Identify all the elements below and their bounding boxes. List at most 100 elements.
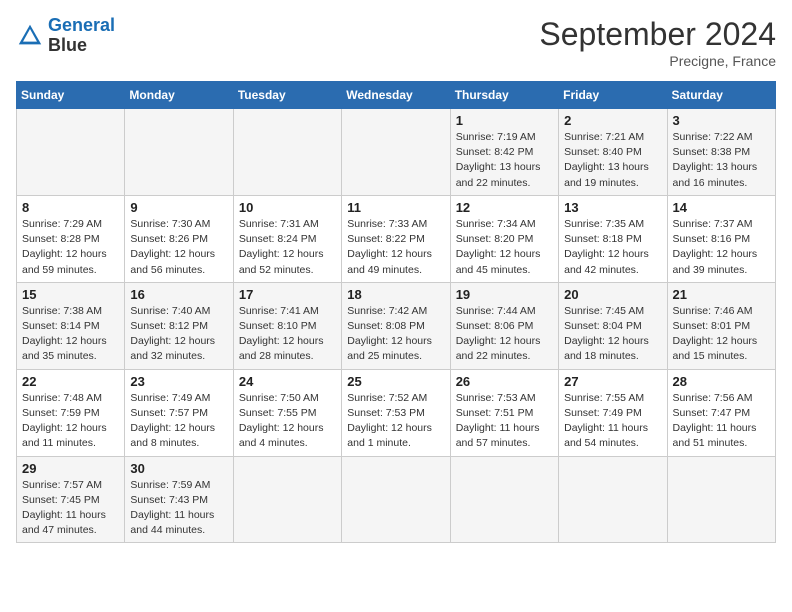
calendar-cell: 26 Sunrise: 7:53 AMSunset: 7:51 PMDayligh… [450, 369, 558, 456]
day-info: Sunrise: 7:41 AMSunset: 8:10 PMDaylight:… [239, 304, 336, 365]
day-info: Sunrise: 7:59 AMSunset: 7:43 PMDaylight:… [130, 478, 227, 539]
day-number: 24 [239, 374, 336, 389]
day-info: Sunrise: 7:40 AMSunset: 8:12 PMDaylight:… [130, 304, 227, 365]
day-info: Sunrise: 7:48 AMSunset: 7:59 PMDaylight:… [22, 391, 119, 452]
day-info: Sunrise: 7:50 AMSunset: 7:55 PMDaylight:… [239, 391, 336, 452]
logo-text: General Blue [48, 16, 115, 56]
calendar-cell: 28 Sunrise: 7:56 AMSunset: 7:47 PMDayligh… [667, 369, 775, 456]
month-title: September 2024 [539, 16, 776, 53]
day-info: Sunrise: 7:37 AMSunset: 8:16 PMDaylight:… [673, 217, 770, 278]
calendar-cell: 1 Sunrise: 7:19 AMSunset: 8:42 PMDaylight… [450, 109, 558, 196]
calendar-cell [233, 109, 341, 196]
calendar-cell: 19Sunrise: 7:44 AMSunset: 8:06 PMDayligh… [450, 282, 558, 369]
day-number: 25 [347, 374, 444, 389]
calendar-table: SundayMondayTuesdayWednesdayThursdayFrid… [16, 81, 776, 543]
calendar-cell: 12 Sunrise: 7:34 AMSunset: 8:20 PMDayligh… [450, 195, 558, 282]
header-cell-monday: Monday [125, 82, 233, 109]
day-info: Sunrise: 7:52 AMSunset: 7:53 PMDaylight:… [347, 391, 444, 452]
header-cell-wednesday: Wednesday [342, 82, 450, 109]
day-info: Sunrise: 7:33 AMSunset: 8:22 PMDaylight:… [347, 217, 444, 278]
day-info: Sunrise: 7:53 AMSunset: 7:51 PMDaylight:… [456, 391, 553, 452]
calendar-cell: 20 Sunrise: 7:45 AMSunset: 8:04 PMDayligh… [559, 282, 667, 369]
day-info: Sunrise: 7:31 AMSunset: 8:24 PMDaylight:… [239, 217, 336, 278]
calendar-cell: 23Sunrise: 7:49 AMSunset: 7:57 PMDayligh… [125, 369, 233, 456]
calendar-cell [233, 456, 341, 543]
calendar-cell: 25 Sunrise: 7:52 AMSunset: 7:53 PMDayligh… [342, 369, 450, 456]
day-info: Sunrise: 7:42 AMSunset: 8:08 PMDaylight:… [347, 304, 444, 365]
day-number: 17 [239, 287, 336, 302]
calendar-body: 1 Sunrise: 7:19 AMSunset: 8:42 PMDaylight… [17, 109, 776, 543]
logo-icon [16, 22, 44, 50]
day-info: Sunrise: 7:19 AMSunset: 8:42 PMDaylight:… [456, 130, 553, 191]
logo: General Blue [16, 16, 115, 56]
day-number: 15 [22, 287, 119, 302]
calendar-week-5: 29 Sunrise: 7:57 AMSunset: 7:45 PMDayligh… [17, 456, 776, 543]
day-number: 29 [22, 461, 119, 476]
day-info: Sunrise: 7:45 AMSunset: 8:04 PMDaylight:… [564, 304, 661, 365]
calendar-cell: 22 Sunrise: 7:48 AMSunset: 7:59 PMDayligh… [17, 369, 125, 456]
calendar-week-2: 8Sunrise: 7:29 AMSunset: 8:28 PMDaylight… [17, 195, 776, 282]
day-number: 14 [673, 200, 770, 215]
day-number: 22 [22, 374, 119, 389]
calendar-cell [342, 456, 450, 543]
calendar-cell: 15Sunrise: 7:38 AMSunset: 8:14 PMDayligh… [17, 282, 125, 369]
header-cell-saturday: Saturday [667, 82, 775, 109]
title-block: September 2024 Precigne, France [539, 16, 776, 69]
header-cell-thursday: Thursday [450, 82, 558, 109]
day-info: Sunrise: 7:49 AMSunset: 7:57 PMDaylight:… [130, 391, 227, 452]
day-number: 28 [673, 374, 770, 389]
day-number: 13 [564, 200, 661, 215]
day-info: Sunrise: 7:30 AMSunset: 8:26 PMDaylight:… [130, 217, 227, 278]
day-number: 26 [456, 374, 553, 389]
day-number: 19 [456, 287, 553, 302]
calendar-cell: 8Sunrise: 7:29 AMSunset: 8:28 PMDaylight… [17, 195, 125, 282]
calendar-cell: 18 Sunrise: 7:42 AMSunset: 8:08 PMDayligh… [342, 282, 450, 369]
logo-line2: Blue [48, 35, 87, 55]
page-header: General Blue September 2024 Precigne, Fr… [16, 16, 776, 69]
calendar-cell: 9 Sunrise: 7:30 AMSunset: 8:26 PMDaylight… [125, 195, 233, 282]
day-number: 20 [564, 287, 661, 302]
day-number: 10 [239, 200, 336, 215]
calendar-cell: 3 Sunrise: 7:22 AMSunset: 8:38 PMDaylight… [667, 109, 775, 196]
day-number: 9 [130, 200, 227, 215]
day-number: 16 [130, 287, 227, 302]
day-info: Sunrise: 7:35 AMSunset: 8:18 PMDaylight:… [564, 217, 661, 278]
day-info: Sunrise: 7:34 AMSunset: 8:20 PMDaylight:… [456, 217, 553, 278]
day-number: 11 [347, 200, 444, 215]
calendar-cell [667, 456, 775, 543]
calendar-cell: 27Sunrise: 7:55 AMSunset: 7:49 PMDayligh… [559, 369, 667, 456]
calendar-cell: 11 Sunrise: 7:33 AMSunset: 8:22 PMDayligh… [342, 195, 450, 282]
day-number: 21 [673, 287, 770, 302]
header-cell-sunday: Sunday [17, 82, 125, 109]
day-info: Sunrise: 7:46 AMSunset: 8:01 PMDaylight:… [673, 304, 770, 365]
calendar-cell [450, 456, 558, 543]
day-number: 3 [673, 113, 770, 128]
day-info: Sunrise: 7:21 AMSunset: 8:40 PMDaylight:… [564, 130, 661, 191]
day-number: 8 [22, 200, 119, 215]
calendar-cell: 29 Sunrise: 7:57 AMSunset: 7:45 PMDayligh… [17, 456, 125, 543]
calendar-cell [342, 109, 450, 196]
day-info: Sunrise: 7:56 AMSunset: 7:47 PMDaylight:… [673, 391, 770, 452]
calendar-header-row: SundayMondayTuesdayWednesdayThursdayFrid… [17, 82, 776, 109]
header-cell-friday: Friday [559, 82, 667, 109]
calendar-cell: 30Sunrise: 7:59 AMSunset: 7:43 PMDayligh… [125, 456, 233, 543]
day-number: 12 [456, 200, 553, 215]
calendar-week-1: 1 Sunrise: 7:19 AMSunset: 8:42 PMDaylight… [17, 109, 776, 196]
calendar-cell [125, 109, 233, 196]
day-info: Sunrise: 7:22 AMSunset: 8:38 PMDaylight:… [673, 130, 770, 191]
calendar-cell: 10 Sunrise: 7:31 AMSunset: 8:24 PMDayligh… [233, 195, 341, 282]
calendar-cell: 17 Sunrise: 7:41 AMSunset: 8:10 PMDayligh… [233, 282, 341, 369]
day-number: 1 [456, 113, 553, 128]
header-cell-tuesday: Tuesday [233, 82, 341, 109]
logo-line1: General [48, 15, 115, 35]
calendar-cell: 21 Sunrise: 7:46 AMSunset: 8:01 PMDayligh… [667, 282, 775, 369]
calendar-cell: 16 Sunrise: 7:40 AMSunset: 8:12 PMDayligh… [125, 282, 233, 369]
calendar-cell: 2 Sunrise: 7:21 AMSunset: 8:40 PMDaylight… [559, 109, 667, 196]
day-number: 27 [564, 374, 661, 389]
calendar-week-4: 22 Sunrise: 7:48 AMSunset: 7:59 PMDayligh… [17, 369, 776, 456]
calendar-week-3: 15Sunrise: 7:38 AMSunset: 8:14 PMDayligh… [17, 282, 776, 369]
day-number: 2 [564, 113, 661, 128]
day-info: Sunrise: 7:57 AMSunset: 7:45 PMDaylight:… [22, 478, 119, 539]
calendar-cell: 14 Sunrise: 7:37 AMSunset: 8:16 PMDayligh… [667, 195, 775, 282]
day-number: 18 [347, 287, 444, 302]
